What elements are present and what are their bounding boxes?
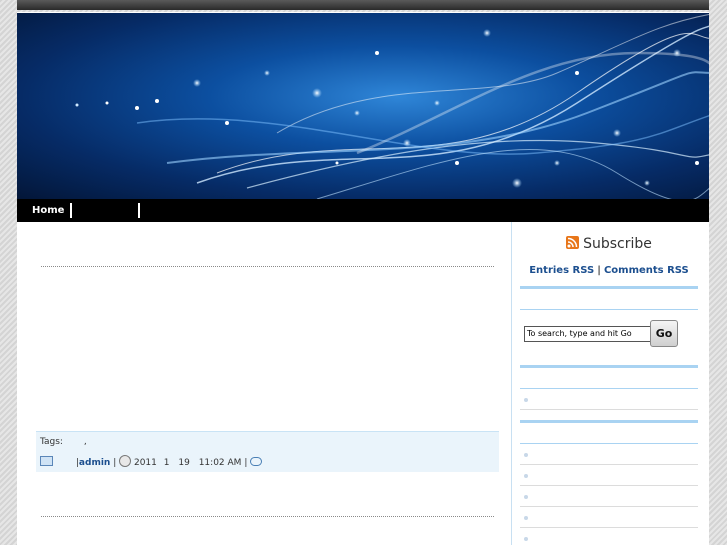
search-go-button[interactable]: Go — [650, 320, 678, 347]
post-date-month: 1 — [163, 458, 170, 468]
sidebar-divider — [520, 309, 698, 310]
list-item-bullet — [524, 495, 528, 499]
sidebar-divider — [520, 388, 698, 389]
nav-separator — [138, 203, 140, 218]
post-time: 11:02 AM — [198, 458, 242, 468]
sidebar-divider — [520, 420, 698, 423]
list-divider — [520, 464, 698, 465]
comments-rss-link[interactable]: Comments RSS — [604, 265, 689, 276]
list-divider — [520, 409, 698, 410]
post-divider — [41, 516, 494, 517]
post-info: |admin | 2011 1 19 11:02 AM | — [40, 455, 263, 469]
list-item-bullet — [524, 516, 528, 520]
nav-item-home[interactable]: Home — [32, 199, 64, 222]
separator: | — [244, 458, 248, 468]
sidebar-divider — [520, 286, 698, 289]
sidebar: Subscribe Entries RSS | Comments RSS To … — [520, 222, 698, 545]
subscribe-title: Subscribe — [583, 236, 652, 252]
subscribe-heading: Subscribe — [520, 236, 698, 252]
clock-icon — [119, 455, 132, 467]
post-title-divider — [41, 266, 494, 267]
list-item-bullet — [524, 474, 528, 478]
list-item-bullet — [524, 537, 528, 541]
post-meta: Tags: , |admin | 2011 1 19 11:02 AM | — [36, 431, 499, 472]
post-tags: Tags: , — [40, 437, 87, 447]
list-item-bullet — [524, 453, 528, 457]
list-divider — [520, 527, 698, 528]
main-nav: Home — [17, 199, 709, 222]
list-item-bullet — [524, 398, 528, 402]
list-divider — [520, 485, 698, 486]
banner-light-streaks-image — [75, 13, 709, 199]
sidebar-divider — [520, 443, 698, 444]
tags-value[interactable]: , — [84, 437, 87, 447]
sidebar-divider — [520, 365, 698, 368]
entries-rss-link[interactable]: Entries RSS — [529, 265, 594, 276]
header-banner — [17, 12, 709, 199]
nav-separator — [70, 203, 72, 218]
nav-item-2[interactable] — [75, 199, 135, 222]
post-date-day: 19 — [178, 458, 190, 468]
list-divider — [520, 506, 698, 507]
search-input[interactable]: To search, type and hit Go — [524, 326, 651, 342]
author-link[interactable]: admin — [79, 458, 110, 468]
rss-links: Entries RSS | Comments RSS — [520, 265, 698, 276]
tags-label: Tags: — [40, 437, 63, 447]
column-divider — [511, 222, 512, 545]
post-date-year: 2011 — [133, 458, 157, 468]
top-bar — [17, 0, 709, 10]
rss-separator: | — [597, 265, 601, 276]
nav-item-3[interactable] — [143, 199, 203, 222]
content-area: Tags: , |admin | 2011 1 19 11:02 AM | Su… — [17, 222, 709, 545]
folder-icon[interactable] — [40, 456, 53, 466]
comment-icon[interactable] — [250, 457, 263, 466]
rss-icon — [566, 236, 580, 249]
separator: | — [113, 458, 117, 468]
